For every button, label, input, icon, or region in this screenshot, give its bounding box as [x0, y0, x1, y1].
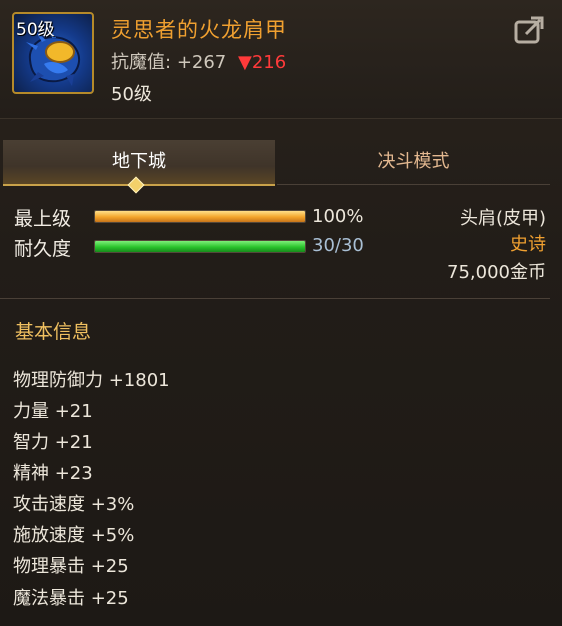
mode-tabs: 地下城 决斗模式: [0, 140, 550, 186]
resist-drop: ▼216: [238, 52, 287, 73]
attribute-line: 物理防御力 +1801: [13, 370, 170, 391]
durability-bar: [94, 240, 306, 253]
equip-slot: 头肩(皮甲): [459, 208, 546, 229]
attribute-line: 物理暴击 +25: [13, 556, 129, 577]
attribute-line: 力量 +21: [13, 401, 93, 422]
resist-stat: 抗魔值: +267 ▼216: [111, 48, 286, 74]
item-tooltip-panel: 50级 灵思者的火龙肩甲 抗魔值: +267 ▼216 50级 地下城 决斗模式…: [0, 0, 562, 626]
dragon-shoulder-icon: 50级: [12, 12, 94, 94]
tab-duel[interactable]: 决斗模式: [277, 140, 550, 185]
attribute-line: 魔法暴击 +25: [13, 588, 129, 609]
durability-bar-fill: [95, 241, 305, 252]
attribute-line: 精神 +23: [13, 463, 93, 484]
rarity-label: 史诗: [510, 234, 546, 255]
share-icon[interactable]: [514, 14, 546, 44]
attribute-line: 施放速度 +5%: [13, 525, 135, 546]
section-divider: [0, 298, 550, 299]
item-name: 灵思者的火龙肩甲: [111, 18, 287, 42]
grade-bar-fill: [95, 211, 305, 222]
attribute-line: 攻击速度 +3%: [13, 494, 135, 515]
grade-bar: [94, 210, 306, 223]
durability-value: 30/30: [312, 235, 364, 256]
item-header: 50级 灵思者的火龙肩甲 抗魔值: +267 ▼216 50级: [0, 0, 562, 119]
resist-label: 抗魔值:: [111, 52, 172, 73]
basic-info-title: 基本信息: [15, 321, 92, 343]
durability-label: 耐久度: [14, 238, 72, 260]
grade-value: 100%: [312, 206, 364, 227]
required-level: 50级: [111, 84, 152, 105]
attribute-line: 智力 +21: [13, 432, 93, 453]
item-level-badge: 50级: [16, 20, 55, 40]
resist-value: +267: [176, 52, 227, 73]
grade-label: 最上级: [14, 208, 72, 230]
price-label: 75,000金币: [447, 262, 546, 283]
